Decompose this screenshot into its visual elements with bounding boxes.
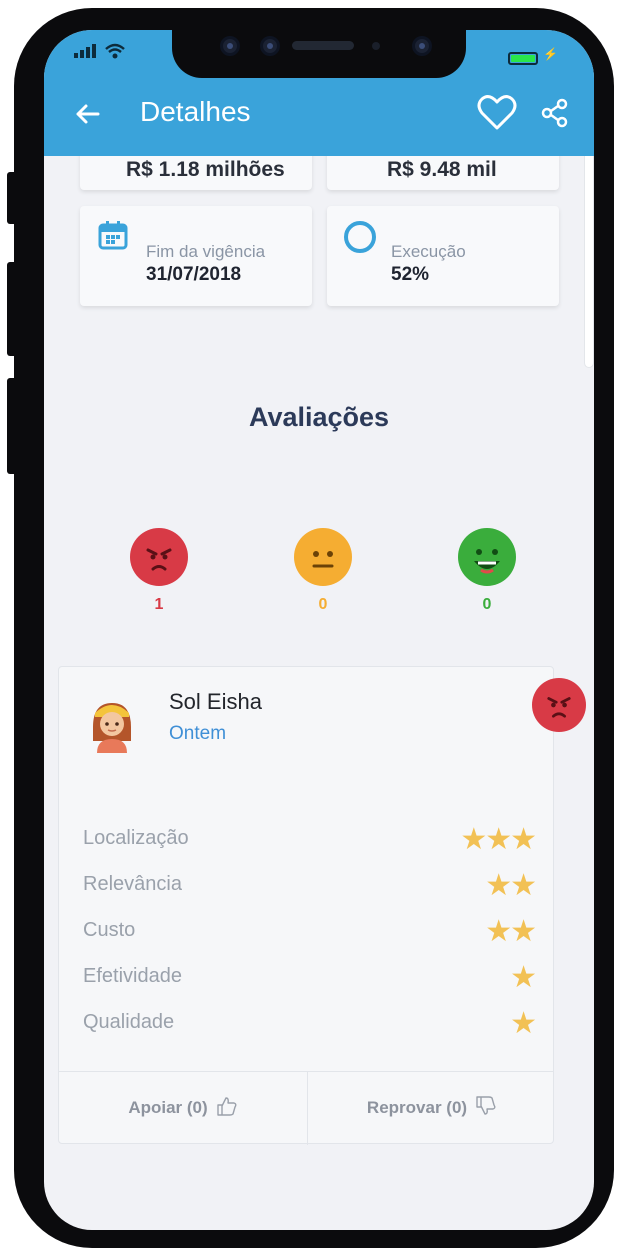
- camera: [260, 36, 280, 56]
- spent-value: R$ 9.48 mil: [387, 158, 497, 181]
- neutral-count: 0: [318, 596, 328, 613]
- sensor: [372, 42, 380, 50]
- review-date: Ontem: [169, 723, 227, 744]
- volume-down-button: [7, 378, 19, 474]
- camera: [412, 36, 432, 56]
- criterion-stars: ★: [510, 961, 537, 994]
- camera: [220, 36, 240, 56]
- calendar-icon: [98, 220, 128, 255]
- support-button[interactable]: Apoiar (0): [59, 1071, 307, 1145]
- criterion-label: Efetividade: [83, 965, 182, 987]
- mute-switch: [7, 172, 19, 224]
- reviewer-name: Sol Eisha: [169, 689, 262, 714]
- criterion-label: Localização: [83, 827, 189, 849]
- reject-button[interactable]: Reprovar (0): [308, 1071, 556, 1145]
- progress-ring-icon: [343, 220, 377, 259]
- criterion-stars: ★★★: [460, 823, 537, 856]
- info-card-end-of-term: Fim da vigência 31/07/2018: [80, 206, 312, 306]
- criterion-stars: ★: [510, 1007, 537, 1040]
- notch: [172, 30, 466, 78]
- share-icon[interactable]: [540, 98, 570, 128]
- app-bar: ⚡ Detalhes: [44, 30, 594, 156]
- screen: R$ 1.18 milhões R$ 9.48 mil Fim da vigên…: [44, 30, 594, 1230]
- back-arrow-icon[interactable]: [70, 96, 106, 132]
- happy-count: 0: [482, 596, 492, 613]
- support-label: Apoiar (0): [128, 1098, 208, 1117]
- end-of-term-value: 31/07/2018: [146, 264, 242, 285]
- ratings-title: Avaliações: [248, 402, 390, 432]
- speaker: [292, 41, 354, 50]
- criterion-label: Qualidade: [83, 1011, 175, 1033]
- scrollbar[interactable]: [584, 140, 594, 368]
- charging-icon: ⚡: [543, 47, 558, 61]
- reject-label: Reprovar (0): [366, 1098, 468, 1117]
- neutral-face-icon[interactable]: [294, 528, 352, 586]
- heart-icon[interactable]: [476, 92, 518, 132]
- criterion-stars: ★★: [485, 869, 537, 902]
- volume-up-button: [7, 262, 19, 356]
- signal-icon: [74, 44, 98, 63]
- execution-label: Execução: [391, 242, 466, 261]
- criterion-label: Relevância: [83, 873, 182, 895]
- battery-icon: [508, 52, 538, 65]
- budget-value: R$ 1.18 milhões: [126, 158, 285, 181]
- happy-face-icon[interactable]: [458, 528, 516, 586]
- review-card: Sol Eisha Ontem Localização ★★★ Relevânc…: [58, 666, 556, 1145]
- angry-count: 1: [154, 596, 164, 613]
- page-title: Detalhes: [140, 96, 251, 127]
- info-card-execution: Execução 52%: [327, 206, 559, 306]
- thumbs-down-icon: [475, 1095, 497, 1122]
- wifi-icon: [104, 42, 126, 65]
- avatar: [89, 697, 135, 758]
- angry-face-icon: [532, 678, 586, 732]
- end-of-term-label: Fim da vigência: [146, 242, 266, 261]
- criterion-stars: ★★: [485, 915, 537, 948]
- criterion-label: Custo: [83, 919, 136, 941]
- execution-value: 52%: [391, 264, 430, 285]
- angry-face-icon[interactable]: [130, 528, 188, 586]
- thumbs-up-icon: [216, 1095, 238, 1122]
